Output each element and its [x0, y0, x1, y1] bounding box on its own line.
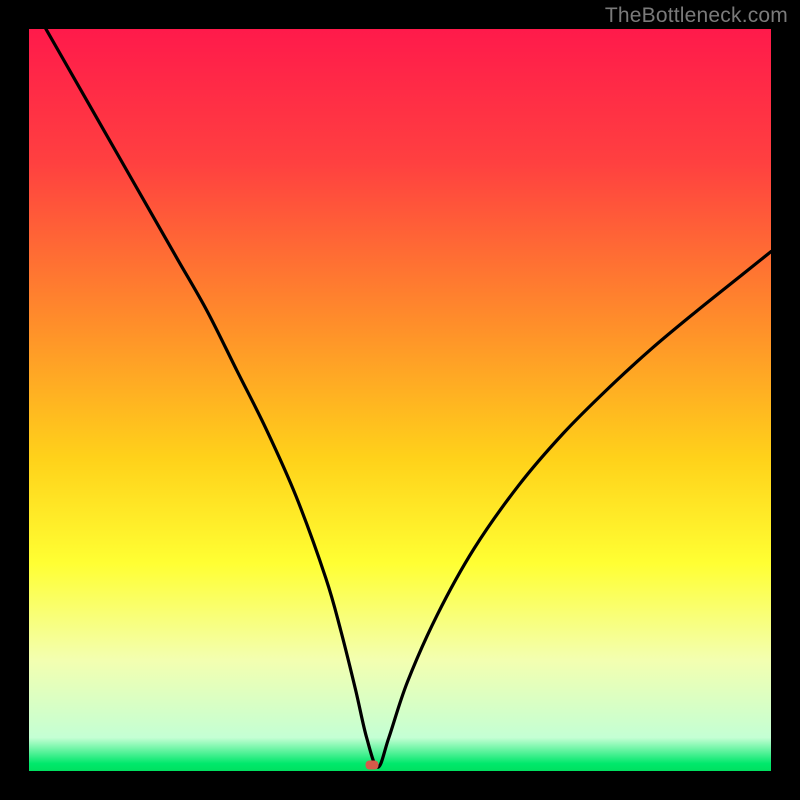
bottleneck-curve [29, 29, 771, 767]
plot-area [29, 29, 771, 771]
curve-layer [29, 29, 771, 771]
watermark-text: TheBottleneck.com [605, 4, 788, 28]
optimal-point-marker [365, 761, 378, 770]
chart-frame: TheBottleneck.com [0, 0, 800, 800]
